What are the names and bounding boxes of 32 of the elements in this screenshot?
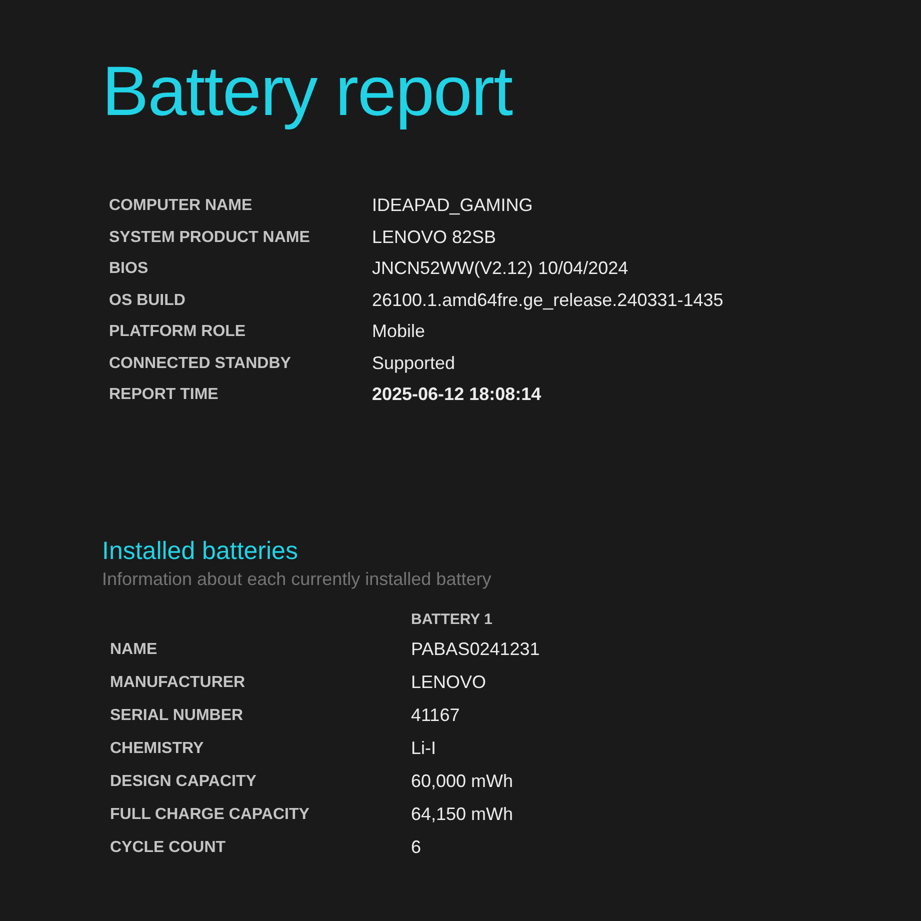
field-value: 41167 [411,704,460,726]
report-title: Battery report [102,51,514,132]
field-label: NAME [110,640,158,660]
field-value: 2025-06-12 18:08:14 [372,384,542,404]
field-value: Li-I [411,736,436,760]
field-label: COMPUTER NAME [109,197,252,214]
field-value: 6 [411,836,422,858]
field-label: DESIGN CAPACITY [110,772,256,792]
field-value: Supported [372,352,456,372]
field-value: LENOVO [411,670,486,694]
field-value: JNCN52WW(V2.12) 10/04/2024 [372,258,628,278]
field-label: FULL CHARGE CAPACITY [110,804,310,824]
field-label: OS BUILD [109,292,186,308]
field-value: 26100.1.amd64fre.ge_release.240331-1435 [372,290,724,310]
field-label: PLATFORM ROLE [109,323,246,340]
column-header: BATTERY 1 [411,610,494,630]
field-label: CONNECTED STANDBY [109,354,291,372]
field-value: Mobile [372,321,426,341]
field-label: MANUFACTURER [110,672,246,692]
field-label: CYCLE COUNT [110,838,226,858]
section-heading: Installed batteries [102,536,299,566]
field-value: PABAS0241231 [411,638,540,660]
section-subtitle: Information about each currently installed battery [102,568,492,591]
field-value: IDEAPAD_GAMING [372,195,533,215]
field-label: BIOS [109,260,148,277]
field-value: LENOVO 82SB [372,226,496,246]
field-label: SERIAL NUMBER [110,706,244,726]
field-label: SYSTEM PRODUCT NAME [109,228,310,246]
field-label: CHEMISTRY [110,738,204,758]
field-label: REPORT TIME [109,386,218,403]
field-value: 60,000 mWh [411,770,514,792]
field-value: 64,150 mWh [411,802,514,826]
